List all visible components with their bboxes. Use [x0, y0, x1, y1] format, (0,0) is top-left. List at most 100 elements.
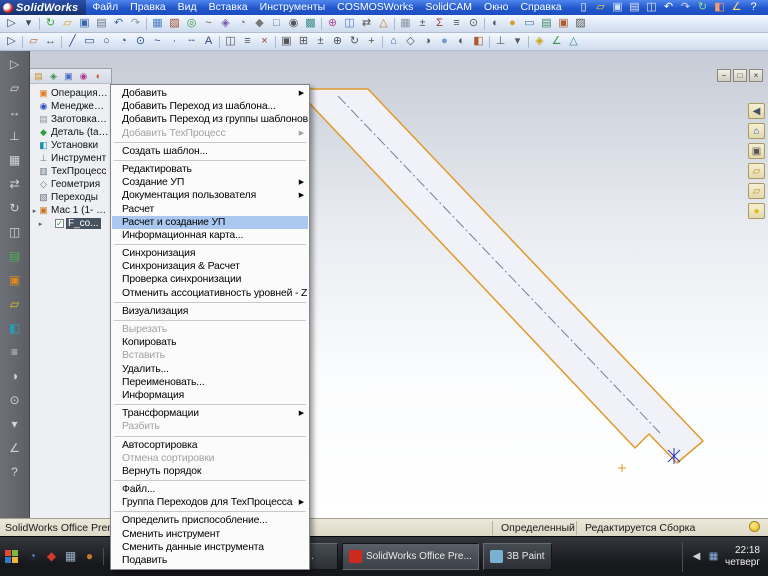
context-menu-item[interactable]: Разбить — [112, 420, 308, 433]
menubar-item[interactable]: COSMOSWorks — [331, 0, 419, 15]
rotate-view-icon[interactable]: ↻ — [346, 34, 363, 49]
context-menu-item[interactable]: Добавить ТехПроцесс ▶ — [112, 127, 308, 140]
help-icon[interactable]: ? — [745, 0, 762, 15]
tree-item[interactable]: ◉ Менеджер Н... — [31, 100, 111, 113]
tree-item[interactable]: ▣ Операция(ГОРИЗ — [31, 87, 111, 100]
library-rail-icon[interactable]: ▤ — [6, 248, 24, 264]
chamfer-icon[interactable]: ◆ — [251, 16, 268, 31]
menubar-item[interactable]: Вставка — [203, 0, 254, 15]
smart-dimension-icon[interactable]: ↔ — [42, 34, 59, 49]
tree-item[interactable]: ▧ Переходы — [31, 191, 111, 204]
tree-item[interactable]: ▥ ТехПроцесс — [31, 165, 111, 178]
pan-view-icon[interactable]: + — [363, 34, 380, 49]
zoom-area-icon[interactable]: ⊞ — [295, 34, 312, 49]
context-menu-item[interactable]: Определить приспособление... — [112, 514, 308, 527]
centerline-tool-icon[interactable]: ╌ — [183, 34, 200, 49]
featuremanager-tab-icon[interactable]: ▤ — [32, 70, 45, 83]
taskbar-button[interactable]: 3В Paint — [483, 543, 552, 570]
tree-expander-icon[interactable]: ▸ — [37, 220, 44, 228]
appearance-icon[interactable]: ● — [504, 16, 521, 31]
dropdown-arrow-icon[interactable]: ▾ — [20, 16, 37, 31]
move-rail-icon[interactable]: ⇄ — [6, 176, 24, 192]
context-menu-item[interactable]: Вставить — [112, 349, 308, 362]
design-table-icon[interactable]: ▤ — [538, 16, 555, 31]
home-view-icon[interactable]: ⌂ — [748, 123, 765, 139]
extrude-boss-icon[interactable]: ▦ — [149, 16, 166, 31]
context-menu-item[interactable]: Сменить данные инструмента — [112, 541, 308, 554]
minimize-button[interactable]: − — [717, 69, 731, 82]
tree-expander-icon[interactable]: ▸ — [31, 207, 38, 215]
mirror-tool-icon[interactable]: ◫ — [222, 34, 239, 49]
display-rail-icon[interactable]: ◑ — [6, 368, 24, 384]
new-document-icon[interactable]: ▯ — [575, 0, 592, 15]
context-menu-item[interactable]: Расчет — [112, 203, 308, 216]
media-quicklaunch-icon[interactable]: ● — [81, 548, 98, 565]
point-tool-icon[interactable]: · — [166, 34, 183, 49]
tree-item-checkbox[interactable]: ✓ — [55, 219, 64, 228]
open-folder-icon[interactable]: ▱ — [592, 0, 609, 15]
undo-toolbar-icon[interactable]: ↶ — [110, 16, 127, 31]
context-menu-item[interactable]: Документация пользователя ▶ — [112, 189, 308, 202]
fillet-feature-icon[interactable]: ◔ — [234, 16, 251, 31]
displaymanager-tab-icon[interactable]: ◐ — [92, 70, 105, 83]
solidworks-quicklaunch-icon[interactable]: ◆ — [43, 548, 60, 565]
save-icon[interactable]: ▣ — [609, 0, 626, 15]
context-menu-item[interactable]: Синхронизация — [112, 247, 308, 260]
realview-icon[interactable]: ◈ — [531, 34, 548, 49]
menubar-item[interactable]: Инструменты — [254, 0, 331, 15]
taskbar-button[interactable]: SolidWorks Office Pre... — [342, 543, 479, 570]
folder-rail-icon[interactable]: ▱ — [6, 296, 24, 312]
context-menu-item[interactable]: Расчет и создание УП — [112, 216, 308, 229]
draft-analysis-icon[interactable]: △ — [565, 34, 582, 49]
context-menu-item[interactable]: Файл... — [112, 483, 308, 496]
zoom-in-out-icon[interactable]: ± — [312, 34, 329, 49]
line-tool-icon[interactable]: ╱ — [64, 34, 81, 49]
context-menu-item[interactable]: Добавить Переход из группы шаблонов... — [112, 113, 308, 126]
grid-toggle-icon[interactable]: ▦ — [397, 16, 414, 31]
shadows-icon[interactable]: ◐ — [453, 34, 470, 49]
context-menu-item[interactable]: Автосортировка — [112, 439, 308, 452]
layers-rail-icon[interactable]: ≡ — [6, 344, 24, 360]
text-tool-icon[interactable]: A — [200, 34, 217, 49]
context-menu-item[interactable]: Добавить Переход из шаблона... — [112, 100, 308, 113]
rectangle-tool-icon[interactable]: ▭ — [81, 34, 98, 49]
loft-icon[interactable]: ◈ — [217, 16, 234, 31]
status-help-icon[interactable] — [749, 521, 760, 532]
context-menu-item[interactable]: Создать шаблон... — [112, 145, 308, 158]
spline-tool-icon[interactable]: ~ — [149, 34, 166, 49]
close-button[interactable]: × — [749, 69, 763, 82]
offset-tool-icon[interactable]: ≡ — [239, 34, 256, 49]
pattern-icon[interactable]: ▩ — [302, 16, 319, 31]
menubar-item[interactable]: Справка — [514, 0, 567, 15]
context-menu-item[interactable]: Группа Переходов для ТехПроцесса ▶ — [112, 496, 308, 509]
wireframe-icon[interactable]: ◇ — [402, 34, 419, 49]
revolve-icon[interactable]: ◎ — [183, 16, 200, 31]
tree-item[interactable]: ▸ ✓ F_co... — [31, 217, 111, 230]
curvature-icon[interactable]: ∠ — [548, 34, 565, 49]
mate-icon[interactable]: ⊕ — [324, 16, 341, 31]
select-tool-icon[interactable]: ▷ — [3, 16, 20, 31]
edit-color-icon[interactable]: ◧ — [711, 0, 728, 15]
toolbox-rail-icon[interactable]: ▣ — [6, 272, 24, 288]
open-part-icon[interactable]: ▱ — [59, 16, 76, 31]
measure-rail-icon[interactable]: ∠ — [6, 440, 24, 456]
tree-item[interactable]: ◇ Геометрия — [31, 178, 111, 191]
restore-button[interactable]: □ — [733, 69, 747, 82]
context-menu-item[interactable]: Проверка синхронизации — [112, 273, 308, 286]
features-tab-icon[interactable]: ▨ — [572, 16, 589, 31]
zoom-fit-icon[interactable]: ▣ — [278, 34, 295, 49]
volume-tray-icon[interactable]: ◀ — [689, 549, 704, 564]
context-menu-item[interactable]: Сменить инструмент — [112, 528, 308, 541]
context-menu-item[interactable]: Отмена сортировки — [112, 452, 308, 465]
select-rail-icon[interactable]: ▷ — [6, 56, 24, 72]
sweep-icon[interactable]: ~ — [200, 16, 217, 31]
context-menu-item[interactable]: Информация — [112, 389, 308, 402]
context-menu-item[interactable]: Вырезать — [112, 323, 308, 336]
zoom-fit-nav-icon[interactable]: ▣ — [748, 143, 765, 159]
context-menu-item[interactable]: Синхронизация & Расчет — [112, 260, 308, 273]
context-menu-item[interactable]: Трансформации ▶ — [112, 407, 308, 420]
machining-rail-icon[interactable]: ◧ — [6, 320, 24, 336]
arc-tool-icon[interactable]: ◔ — [115, 34, 132, 49]
desktop-quicklaunch-icon[interactable]: ▦ — [62, 548, 79, 565]
print-icon[interactable]: ▤ — [626, 0, 643, 15]
